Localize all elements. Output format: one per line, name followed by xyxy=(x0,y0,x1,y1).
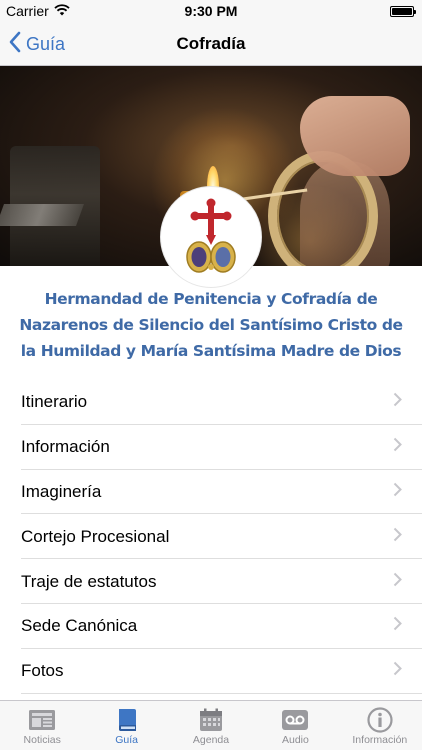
chevron-right-icon xyxy=(393,616,402,636)
tab-label: Audio xyxy=(281,734,309,746)
menu-item-label: Sede Canónica xyxy=(21,616,138,636)
chevron-right-icon xyxy=(393,437,402,457)
voicemail-icon xyxy=(281,707,309,733)
tab-agenda[interactable]: Agenda xyxy=(169,701,253,750)
menu-item-fotos[interactable]: Fotos xyxy=(0,649,422,694)
chevron-right-icon xyxy=(393,482,402,502)
menu-item-label: Fotos xyxy=(21,661,64,681)
tab-label: Información xyxy=(352,734,408,746)
menu-item-itinerario[interactable]: Itinerario xyxy=(0,380,422,425)
page-title: Cofradía xyxy=(176,34,246,53)
emblem-cross-icon xyxy=(186,198,236,273)
menu-item-label: Itinerario xyxy=(21,392,88,412)
menu-item-informacion[interactable]: Información xyxy=(0,425,422,470)
brotherhood-emblem xyxy=(160,186,262,288)
guide-menu-list: Itinerario Información Imaginería Cortej… xyxy=(0,380,422,694)
tab-guia[interactable]: Guía xyxy=(84,701,168,750)
newspaper-icon xyxy=(28,707,56,733)
menu-item-label: Imaginería xyxy=(21,481,102,501)
battery-icon xyxy=(390,6,416,17)
tab-label: Noticias xyxy=(23,734,61,746)
menu-item-label: Traje de estatutos xyxy=(21,571,157,591)
navigation-bar: Guía Cofradía xyxy=(0,22,422,66)
menu-item-imagineria[interactable]: Imaginería xyxy=(0,470,422,515)
brotherhood-title: Hermandad de Penitencia y Cofradía de Na… xyxy=(19,290,403,360)
menu-item-label: Información xyxy=(21,437,110,457)
menu-item-cortejo-procesional[interactable]: Cortejo Procesional xyxy=(0,514,422,559)
chevron-right-icon xyxy=(393,572,402,592)
tab-label: Agenda xyxy=(192,734,230,746)
calendar-icon xyxy=(197,707,225,733)
tab-bar: Noticias Guía Agenda Audio Información xyxy=(0,700,422,750)
status-bar: Carrier 9:30 PM xyxy=(0,0,422,22)
chevron-right-icon xyxy=(393,661,402,681)
menu-item-sede-canonica[interactable]: Sede Canónica xyxy=(0,604,422,649)
tab-noticias[interactable]: Noticias xyxy=(0,701,84,750)
info-icon xyxy=(366,707,394,733)
tab-audio[interactable]: Audio xyxy=(253,701,337,750)
chevron-right-icon xyxy=(393,527,402,547)
menu-item-traje-de-estatutos[interactable]: Traje de estatutos xyxy=(0,559,422,604)
chevron-right-icon xyxy=(393,392,402,412)
status-time: 9:30 PM xyxy=(184,3,238,19)
book-icon xyxy=(113,707,141,733)
tab-informacion[interactable]: Información xyxy=(338,701,422,750)
menu-item-label: Cortejo Procesional xyxy=(21,526,170,546)
tab-label: Guía xyxy=(115,734,138,746)
